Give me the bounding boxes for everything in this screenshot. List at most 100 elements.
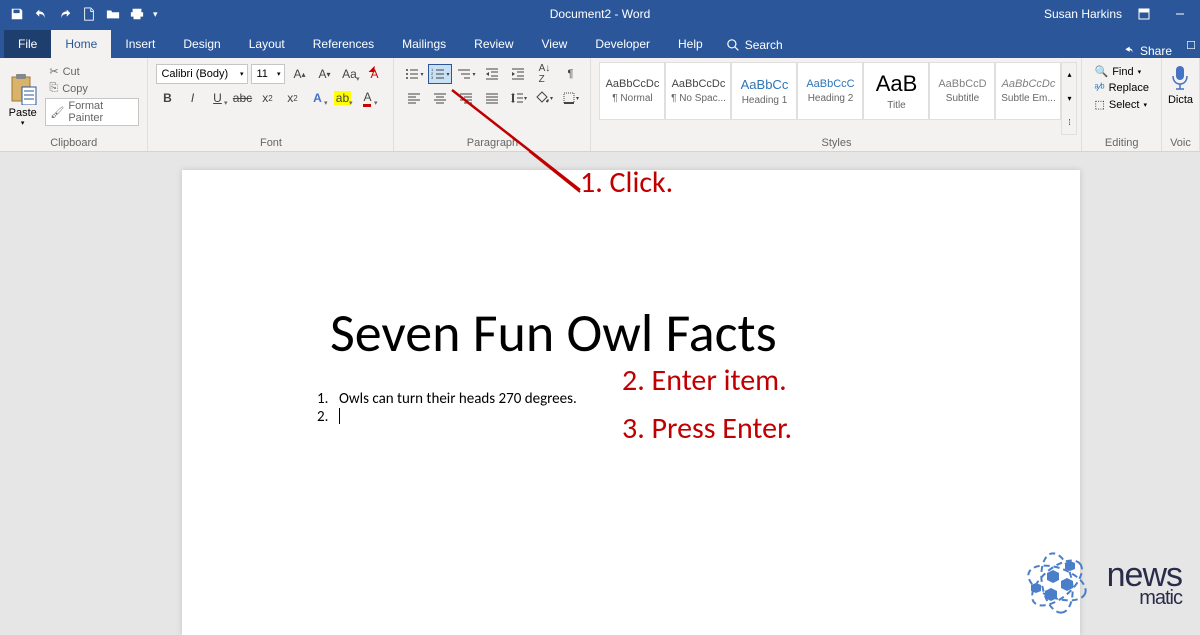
styles-gallery[interactable]: AaBbCcDc¶ Normal AaBbCcDc¶ No Spac... Aa… xyxy=(595,60,1077,135)
style-title[interactable]: AaBTitle xyxy=(863,62,929,120)
share-label: Share xyxy=(1140,44,1172,58)
find-button[interactable]: 🔍Find▾ xyxy=(1092,64,1150,79)
copy-icon: ⎘ xyxy=(49,82,58,95)
style-subtle-em[interactable]: AaBbCcDcSubtle Em... xyxy=(995,62,1061,120)
superscript-button[interactable]: x2 xyxy=(281,88,303,108)
user-name[interactable]: Susan Harkins xyxy=(1044,7,1122,21)
annotation-1: 1. Click. xyxy=(580,164,673,201)
group-label-clipboard: Clipboard xyxy=(4,135,143,151)
font-size-combo[interactable]: 11▾ xyxy=(251,64,285,84)
tab-references[interactable]: References xyxy=(299,30,388,58)
underline-button[interactable]: U xyxy=(206,88,228,108)
show-marks-button[interactable]: ¶ xyxy=(558,64,582,84)
group-label-paragraph: Paragraph xyxy=(398,135,586,151)
logo-text: news matic xyxy=(1107,556,1182,610)
comments-icon[interactable]: ☐ xyxy=(1182,33,1200,58)
tab-design[interactable]: Design xyxy=(169,30,234,58)
numbering-button[interactable]: 123▾ xyxy=(428,64,452,84)
group-paragraph: ▾ 123▾ ▾ A↓Z ¶ ▾ ▾ ▾ xyxy=(394,58,591,151)
tab-help[interactable]: Help xyxy=(664,30,717,58)
justify-button[interactable] xyxy=(480,88,504,108)
title-bar: ▾ Document2 - Word Susan Harkins xyxy=(0,0,1200,28)
style-normal[interactable]: AaBbCcDc¶ Normal xyxy=(599,62,665,120)
format-painter-button[interactable]: 🖌Format Painter xyxy=(45,98,139,126)
align-left-button[interactable] xyxy=(402,88,426,108)
italic-button[interactable]: I xyxy=(181,88,203,108)
copy-button[interactable]: ⎘Copy xyxy=(45,81,139,96)
paste-button[interactable]: Paste ▾ xyxy=(4,60,41,135)
shading-button[interactable]: ▾ xyxy=(532,88,556,108)
sort-button[interactable]: A↓Z xyxy=(532,64,556,84)
style-heading2[interactable]: AaBbCcCHeading 2 xyxy=(797,62,863,120)
align-center-button[interactable] xyxy=(428,88,452,108)
doc-heading: Seven Fun Owl Facts xyxy=(330,300,777,366)
document-title: Document2 - Word xyxy=(550,7,650,21)
ribbon-tabs: File Home Insert Design Layout Reference… xyxy=(0,28,1200,58)
styles-scroll[interactable]: ▴▾⁞ xyxy=(1061,62,1077,135)
minimize-icon[interactable] xyxy=(1166,3,1194,25)
brush-icon: 🖌 xyxy=(50,106,64,119)
change-case-button[interactable]: Aa xyxy=(338,64,360,84)
text-effects-button[interactable]: A xyxy=(306,88,328,108)
group-styles: AaBbCcDc¶ Normal AaBbCcDc¶ No Spac... Aa… xyxy=(591,58,1082,151)
group-label-editing: Editing xyxy=(1086,135,1156,151)
undo-icon[interactable] xyxy=(30,3,52,25)
grow-font-button[interactable]: A▴ xyxy=(288,64,310,84)
new-doc-icon[interactable] xyxy=(78,3,100,25)
document-page[interactable]: Seven Fun Owl Facts 1. Owls can turn the… xyxy=(182,170,1080,635)
annotation-3: 3. Press Enter. xyxy=(622,410,792,447)
logo-icon xyxy=(1017,543,1097,623)
newsmatic-logo: news matic xyxy=(1017,543,1182,623)
tab-layout[interactable]: Layout xyxy=(235,30,299,58)
tab-file[interactable]: File xyxy=(4,30,51,58)
svg-text:3: 3 xyxy=(431,75,434,80)
save-icon[interactable] xyxy=(6,3,28,25)
multilevel-button[interactable]: ▾ xyxy=(454,64,478,84)
ribbon-options-icon[interactable] xyxy=(1130,3,1158,25)
line-spacing-button[interactable]: ▾ xyxy=(506,88,530,108)
paste-icon xyxy=(8,73,38,105)
search-box[interactable]: Search xyxy=(717,32,793,58)
style-subtitle[interactable]: AaBbCcDSubtitle xyxy=(929,62,995,120)
list-item-2: 2. xyxy=(317,408,340,426)
highlight-button[interactable]: ab xyxy=(331,88,353,108)
group-label-voice: Voic xyxy=(1166,135,1195,151)
align-right-button[interactable] xyxy=(454,88,478,108)
cut-button[interactable]: ✂Cut xyxy=(45,64,139,79)
open-icon[interactable] xyxy=(102,3,124,25)
strike-button[interactable]: abc xyxy=(231,88,253,108)
dictate-icon[interactable] xyxy=(1169,64,1191,92)
bullets-button[interactable]: ▾ xyxy=(402,64,426,84)
tab-mailings[interactable]: Mailings xyxy=(388,30,460,58)
font-name-combo[interactable]: Calibri (Body)▾ xyxy=(156,64,248,84)
title-right: Susan Harkins xyxy=(1044,3,1200,25)
shrink-font-button[interactable]: A▾ xyxy=(313,64,335,84)
bold-button[interactable]: B xyxy=(156,88,178,108)
tab-insert[interactable]: Insert xyxy=(111,30,169,58)
clear-format-button[interactable]: A◢ xyxy=(363,64,385,84)
decrease-indent-button[interactable] xyxy=(480,64,504,84)
tab-developer[interactable]: Developer xyxy=(581,30,664,58)
quick-access-toolbar: ▾ xyxy=(0,3,158,25)
print-preview-icon[interactable] xyxy=(126,3,148,25)
group-voice: Dicta Voic xyxy=(1162,58,1200,151)
group-label-font: Font xyxy=(152,135,389,151)
qat-more-icon[interactable]: ▾ xyxy=(153,9,158,20)
redo-icon[interactable] xyxy=(54,3,76,25)
share-button[interactable]: Share xyxy=(1110,44,1182,58)
subscript-button[interactable]: x2 xyxy=(256,88,278,108)
borders-button[interactable]: ▾ xyxy=(558,88,582,108)
style-no-spacing[interactable]: AaBbCcDc¶ No Spac... xyxy=(665,62,731,120)
tab-review[interactable]: Review xyxy=(460,30,527,58)
tab-view[interactable]: View xyxy=(528,30,582,58)
select-icon: ⬚ xyxy=(1094,98,1104,111)
list-item-1: 1. Owls can turn their heads 270 degrees… xyxy=(317,390,577,408)
group-label-styles: Styles xyxy=(595,135,1077,151)
replace-button[interactable]: ᵃ⁄ᵇReplace xyxy=(1092,81,1150,95)
increase-indent-button[interactable] xyxy=(506,64,530,84)
tab-home[interactable]: Home xyxy=(51,30,111,58)
text-cursor xyxy=(339,408,340,424)
style-heading1[interactable]: AaBbCcHeading 1 xyxy=(731,62,797,120)
font-color-button[interactable]: A xyxy=(356,88,378,108)
select-button[interactable]: ⬚Select▾ xyxy=(1092,97,1150,112)
